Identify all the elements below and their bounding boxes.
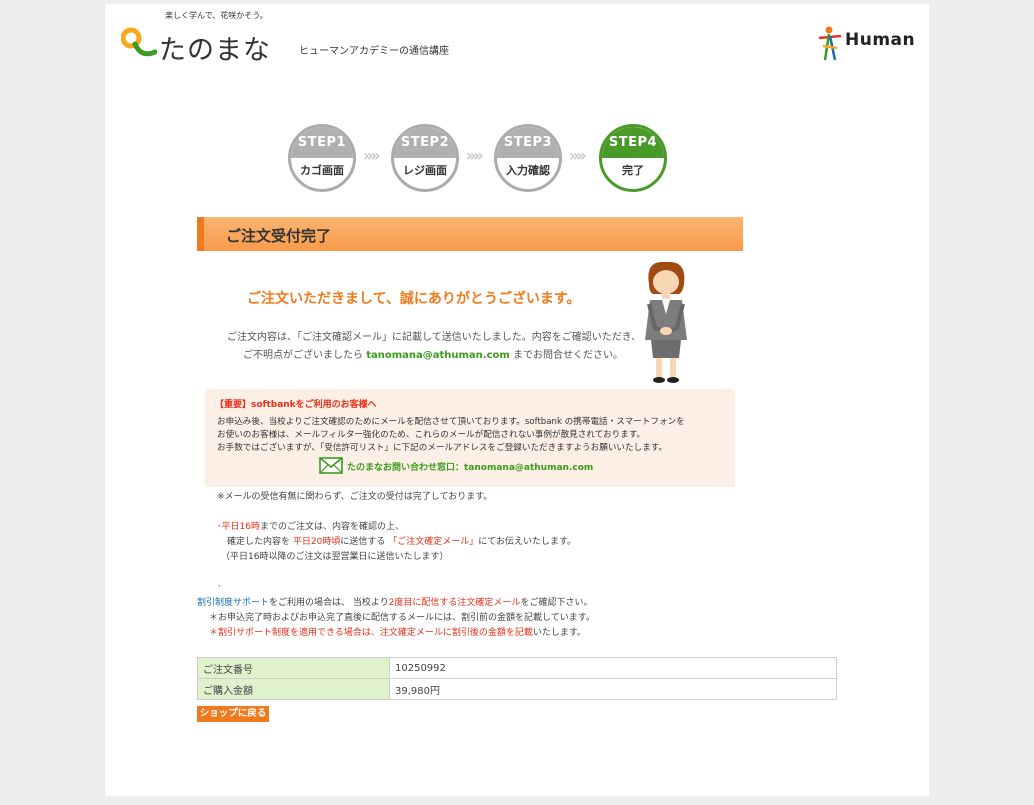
section-title-bar: ご注文受付完了 — [197, 217, 743, 251]
order-amount-value: 39,980円 — [389, 678, 837, 700]
page: 楽しく学んで、花咲かそう。 たのまな ヒューマンアカデミーの通信講座 Human… — [105, 4, 929, 796]
confirm-mail-name: 「ご注文確定メール」 — [388, 537, 479, 547]
intro-line-1: ご注文内容は、「ご注文確認メール」に記載して送信いたしました。内容をご確認いただ… — [227, 332, 641, 343]
confirm-text-c: にてお伝えいたします。 — [478, 537, 577, 547]
page-title: ご注文受付完了 — [226, 227, 332, 245]
separator-dot: ･ — [217, 582, 222, 592]
intro-line-2: ご不明点がございましたら tanomana@athuman.com までお問合せ… — [243, 346, 623, 361]
discount-star-1: ＊お申込完了時およびお申込完了直後に配信するメールには、割引前の金額を記載してい… — [209, 613, 595, 623]
intro-email-link[interactable]: tanomana@athuman.com — [366, 350, 510, 361]
discount-text-b: をご確認下さい。 — [520, 598, 593, 608]
confirm-text-a: 確定した内容を — [227, 537, 293, 547]
discount-red-text: 2度目に配信する注文確定メール — [388, 598, 521, 608]
human-logo-text[interactable]: Human — [845, 30, 915, 50]
tagline: 楽しく学んで、花咲かそう。 — [165, 11, 268, 20]
logo-text[interactable]: たのまな — [159, 28, 271, 67]
notice-line-1: お申込み後、当校よりご注文確認のためにメールを配信させて頂いております。soft… — [217, 417, 685, 427]
step-2: STEP2 レジ画面 — [391, 124, 459, 192]
discount-star-2-text: いたします。 — [532, 628, 586, 638]
table-row: ご購入金額 39,980円 — [197, 678, 837, 700]
step-3-label: STEP3 — [497, 127, 559, 158]
logo-subtitle: ヒューマンアカデミーの通信講座 — [299, 46, 449, 57]
notice-title: 【重要】softbankをご利用のお客様へ — [215, 400, 377, 410]
confirm-time: 平日20時頃 — [292, 537, 341, 547]
discount-star-2: ＊割引サポート制度を適用できる場合は、注文確定メールに割引後の金額を記載いたしま… — [209, 625, 586, 638]
order-amount-label: ご購入金額 — [197, 678, 390, 700]
deadline-text: までのご注文は、内容を確認の上、 — [259, 522, 404, 532]
discount-star-2-red: ＊割引サポート制度を適用できる場合は、注文確定メールに割引後の金額を記載 — [209, 628, 533, 638]
softbank-notice-box: 【重要】softbankをご利用のお客様へ お申込み後、当校よりご注文確認のため… — [205, 389, 735, 487]
notice-line-2: お使いのお客様は、メールフィルター強化のため、これらのメールが配信されない事例が… — [217, 430, 646, 440]
notice-line-3: お手数ではございますが、「受信許可リスト」に下記のメールアドレスをご登録いただき… — [217, 443, 668, 453]
thanks-message: ご注文いただきまして、誠にありがとうございます。 — [247, 291, 581, 307]
step-3: STEP3 入力確認 — [494, 124, 562, 192]
back-to-shop-button[interactable]: ショップに戻る — [197, 706, 269, 722]
step-separator-3: »» — [569, 146, 587, 165]
discount-note: 割引制度サポートをご利用の場合は、 当校より2度目に配信する注文確定メールをご確… — [197, 595, 592, 608]
order-number-label: ご注文番号 — [197, 657, 390, 679]
confirm-text-b: に送信する — [340, 537, 389, 547]
received-note: ※メールの受信有無に関わらず、ご注文の受付は完了しております。 — [217, 492, 493, 502]
step-4-name: 完了 — [622, 164, 644, 177]
step-1: STEP1 カゴ画面 — [288, 124, 356, 192]
intro-text-a: ご不明点がございましたら — [243, 350, 367, 361]
bowing-woman-illustration — [645, 261, 687, 383]
step-4-current: STEP4 完了 — [599, 124, 667, 192]
order-info-table: ご注文番号 10250992 ご購入金額 39,980円 — [197, 657, 837, 700]
step-1-label: STEP1 — [291, 127, 353, 158]
deadline-note: ･平日16時までのご注文は、内容を確認の上、 — [217, 519, 404, 532]
deadline-time: 平日16時 — [221, 522, 260, 532]
step-3-name: 入力確認 — [506, 164, 550, 177]
step-4-label: STEP4 — [602, 127, 664, 158]
step-2-label: STEP2 — [394, 127, 456, 158]
confirm-note: 確定した内容を 平日20時頃に送信する 「ご注文確定メール」にてお伝えいたします… — [227, 534, 576, 547]
order-number-value: 10250992 — [389, 657, 837, 679]
intro-text-b: までお問合せください。 — [509, 350, 623, 361]
discount-text-a: をご利用の場合は、 当校より — [269, 598, 389, 608]
step-separator-2: »» — [466, 146, 484, 165]
after-16-note: （平日16時以降のご注文は翌営業日に送信いたします） — [221, 552, 449, 562]
contact-email-link[interactable]: たのまなお問い合わせ窓口：tanomana@athuman.com — [347, 460, 593, 473]
tanomana-logo-icon — [121, 27, 157, 57]
step-1-name: カゴ画面 — [300, 164, 344, 177]
envelope-icon — [319, 457, 343, 474]
table-row: ご注文番号 10250992 — [197, 657, 837, 679]
step-separator-1: »» — [363, 146, 381, 165]
step-2-name: レジ画面 — [403, 164, 447, 177]
discount-support-link[interactable]: 割引制度サポート — [197, 598, 269, 608]
